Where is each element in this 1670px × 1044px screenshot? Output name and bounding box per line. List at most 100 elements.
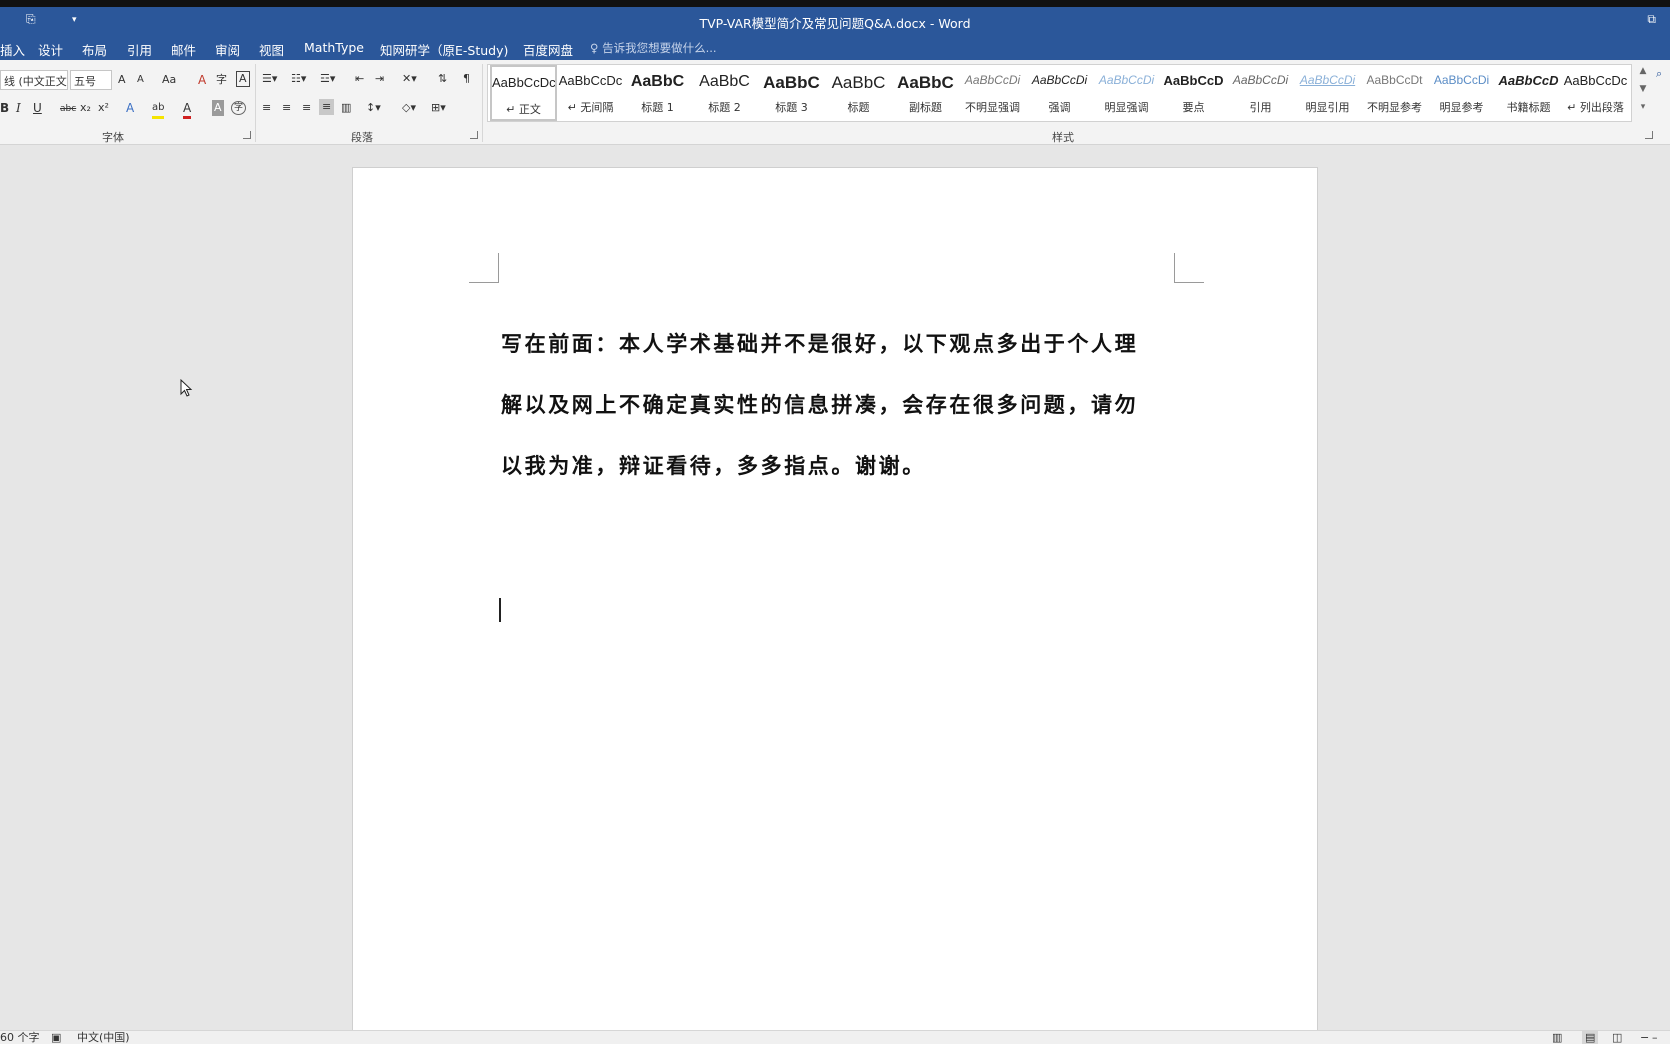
style-strong[interactable]: AaBbCcD 要点 [1160,65,1227,121]
show-formatting-marks-icon[interactable]: ¶ [463,71,470,87]
style-sample: AaBbCcDc [1563,73,1628,88]
crop-mark-top-right [1174,253,1204,283]
character-shading-icon[interactable]: A [212,100,224,116]
style-list-paragraph[interactable]: AaBbCcDc ↵ 列出段落 [1562,65,1629,121]
gallery-more-icon[interactable]: ▾ [1636,102,1650,112]
tab-baidu-netdisk[interactable]: 百度网盘 [523,40,573,59]
zoom-out-icon[interactable]: − [1640,1031,1649,1044]
style-heading-1[interactable]: AaBbC 标题 1 [624,65,691,121]
borders-icon[interactable]: ⊞▾ [431,100,446,116]
tab-insert[interactable]: 插入 [0,40,25,59]
line-spacing-icon[interactable]: ↕▾ [366,100,381,116]
tab-mailings[interactable]: 邮件 [171,40,196,59]
grow-font-icon[interactable]: A [118,72,126,88]
ribbon: 线 (中文正文 五号 A A Aa A 字 A B I U abc x₂ x² … [0,60,1670,145]
justify-icon[interactable]: ≡ [319,99,335,115]
decrease-indent-icon[interactable]: ⇤ [355,71,364,87]
tab-mathtype[interactable]: MathType [304,40,364,55]
style-subtitle[interactable]: AaBbC 副标题 [892,65,959,121]
style-no-spacing[interactable]: AaBbCcDc ↵ 无间隔 [557,65,624,121]
highlight-color-icon[interactable]: ab [152,100,165,119]
gallery-scroll-up-icon[interactable]: ▲ [1636,66,1650,76]
underline-button[interactable]: U [33,100,42,116]
style-normal[interactable]: AaBbCcDc ↵ 正文 [490,65,557,121]
shading-icon[interactable]: ◇▾ [402,100,416,116]
style-sample: AaBbC [699,73,750,90]
word-count[interactable]: 60 个字 [0,1031,40,1044]
ribbon-display-options-icon[interactable]: ⧉ [1647,12,1656,27]
language-indicator[interactable]: 中文(中国) [77,1031,130,1044]
style-subtle-emphasis[interactable]: AaBbCcDi 不明显强调 [959,65,1026,121]
style-emphasis[interactable]: AaBbCcDi 强调 [1026,65,1093,121]
style-quote[interactable]: AaBbCcDi 引用 [1227,65,1294,121]
style-book-title[interactable]: AaBbCcD 书籍标题 [1495,65,1562,121]
proofing-icon[interactable]: ▣ [51,1031,61,1044]
style-heading-2[interactable]: AaBbC 标题 2 [691,65,758,121]
document-canvas[interactable]: 写在前面：本人学术基础并不是很好，以下观点多出于个人理 解以及网上不确定真实性的… [0,145,1670,1037]
ribbon-tabs: 插入 设计 布局 引用 邮件 审阅 视图 MathType 知网研学（原E-St… [0,35,1670,60]
tab-design[interactable]: 设计 [38,40,63,59]
text-effects-icon[interactable]: A [126,100,134,116]
font-dialog-launcher-icon[interactable] [243,131,251,139]
print-layout-icon[interactable]: ▤ [1582,1031,1599,1044]
document-page[interactable]: 写在前面：本人学术基础并不是很好，以下观点多出于个人理 解以及网上不确定真实性的… [352,167,1318,1037]
style-title[interactable]: AaBbC 标题 [825,65,892,121]
zoom-slider[interactable]: – [1652,1031,1658,1044]
document-paragraph[interactable]: 写在前面：本人学术基础并不是很好，以下观点多出于个人理 解以及网上不确定真实性的… [501,313,1181,496]
bullets-icon[interactable]: ☰▾ [262,71,277,87]
enclose-characters-icon[interactable]: 字 [231,101,247,115]
status-bar: 60 个字 ▣ 中文(中国) ▥ ▤ ◫ − – [0,1030,1670,1044]
increase-indent-icon[interactable]: ⇥ [375,71,384,87]
subscript-button[interactable]: x₂ [80,100,91,116]
tab-e-study[interactable]: 知网研学（原E-Study) [380,40,508,59]
tab-layout[interactable]: 布局 [82,40,107,59]
tab-view[interactable]: 视图 [259,40,284,59]
chinese-layout-icon[interactable]: ✕▾ [402,71,417,87]
clear-formatting-icon[interactable]: A [198,72,206,88]
character-border-icon[interactable]: A [236,71,250,87]
style-name: 标题 3 [775,101,808,114]
numbering-icon[interactable]: ☷▾ [291,71,306,87]
styles-gallery: AaBbCcDc ↵ 正文 AaBbCcDc ↵ 无间隔 AaBbC 标题 1 … [487,64,1632,122]
multilevel-list-icon[interactable]: ☲▾ [320,71,335,87]
align-right-icon[interactable]: ≡ [302,100,311,116]
shrink-font-icon[interactable]: A [137,72,144,88]
font-name-combo[interactable]: 线 (中文正文 [0,70,68,90]
tab-references[interactable]: 引用 [127,40,152,59]
style-heading-3[interactable]: AaBbC 标题 3 [758,65,825,121]
style-subtle-reference[interactable]: AaBbCcDt 不明显参考 [1361,65,1428,121]
crop-mark-top-left [469,253,499,283]
italic-button[interactable]: I [16,100,21,116]
paragraph-dialog-launcher-icon[interactable] [470,131,478,139]
style-sample: AaBbCcDi [1098,73,1155,87]
phonetic-guide-icon[interactable]: 字 [216,72,227,88]
read-mode-icon[interactable]: ▥ [1552,1031,1562,1044]
find-icon[interactable]: ⌕ [1656,66,1662,82]
web-layout-icon[interactable]: ◫ [1612,1031,1622,1044]
style-intense-emphasis[interactable]: AaBbCcDi 明显强调 [1093,65,1160,121]
distributed-icon[interactable]: ▥ [341,100,351,116]
change-case-icon[interactable]: Aa [162,72,176,88]
text-cursor [499,598,501,622]
style-intense-quote[interactable]: AaBbCcDi 明显引用 [1294,65,1361,121]
style-name: 标题 1 [641,101,674,114]
strikethrough-button[interactable]: abc [60,101,76,117]
bold-button[interactable]: B [0,100,9,116]
tell-me-box[interactable]: ♀ 告诉我您想要做什么... [590,40,717,56]
font-size-combo[interactable]: 五号 [70,70,112,90]
superscript-button[interactable]: x² [98,100,109,116]
align-left-icon[interactable]: ≡ [262,100,271,116]
font-color-icon[interactable]: A [183,100,192,119]
style-sample: AaBbCcDi [964,73,1021,87]
style-sample: AaBbCcDc [492,75,555,90]
sort-icon[interactable]: ⇅ [438,71,447,87]
style-intense-reference[interactable]: AaBbCcDi 明显参考 [1428,65,1495,121]
styles-dialog-launcher-icon[interactable] [1645,131,1653,139]
title-bar: ⎘ ▾ TVP-VAR模型简介及常见问题Q&A.docx - Word ⧉ [0,7,1670,35]
gallery-scroll-down-icon[interactable]: ▼ [1636,84,1650,94]
style-sample: AaBbCcDi [1031,73,1088,87]
tab-review[interactable]: 审阅 [215,40,240,59]
align-center-icon[interactable]: ≡ [282,100,291,116]
style-sample: AaBbCcDi [1433,73,1490,87]
style-name: 明显强调 [1104,101,1149,114]
